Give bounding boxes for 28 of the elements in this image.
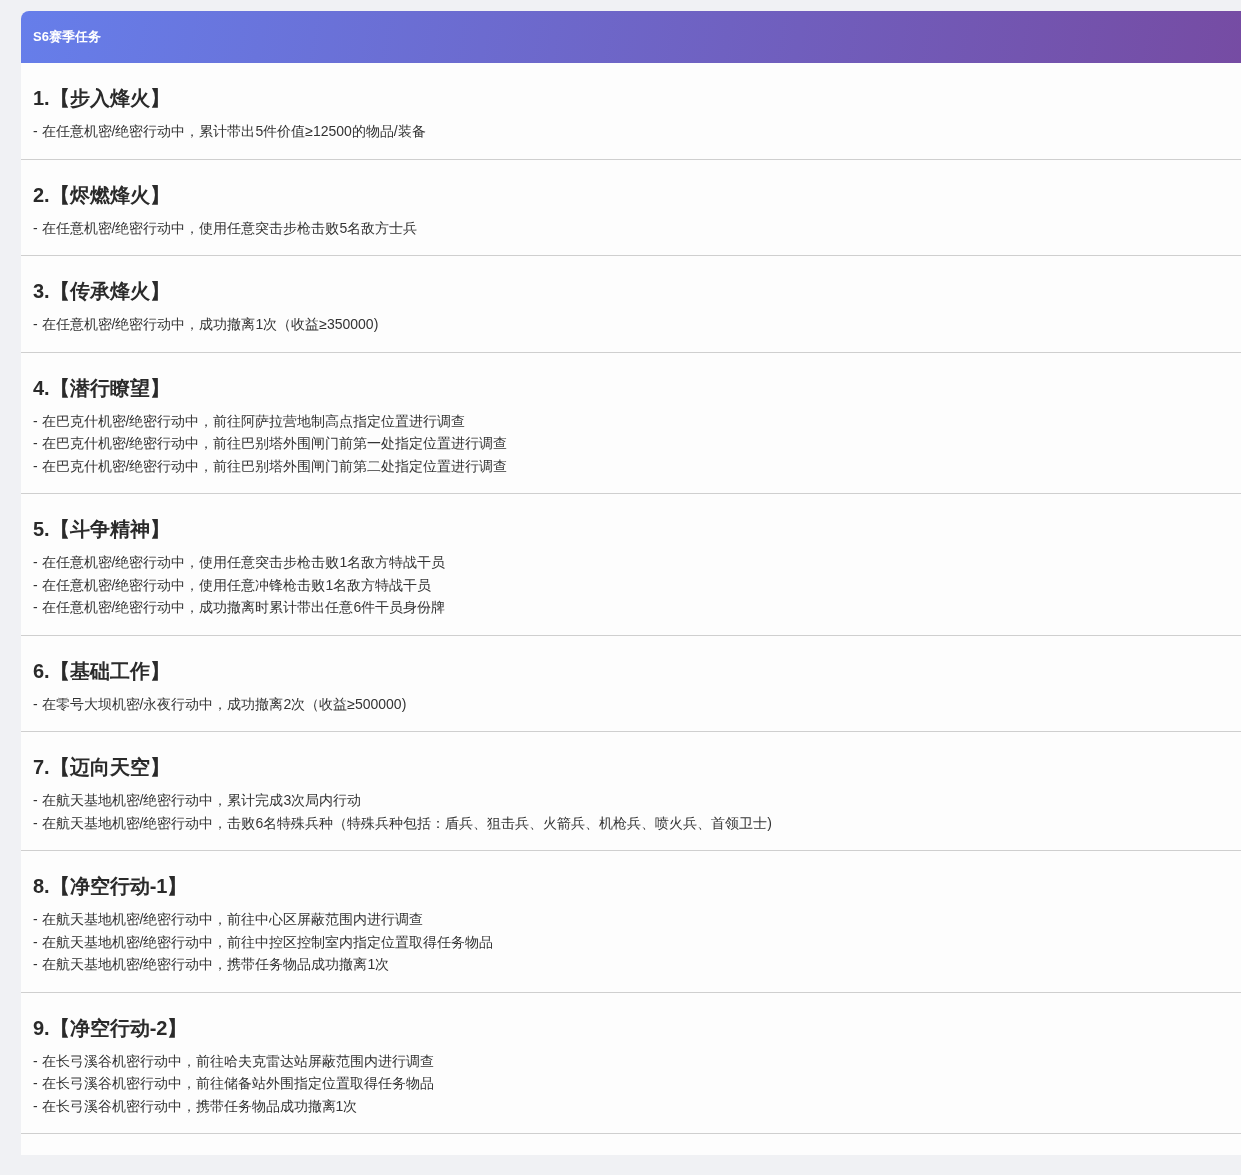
task-requirement: - 在长弓溪谷机密行动中，前往哈夫克雷达站屏蔽范围内进行调查 bbox=[33, 1051, 435, 1071]
task-requirement: - 在零号大坝机密/永夜行动中，成功撤离2次（收益≥500000) bbox=[33, 694, 408, 714]
task-requirement: - 在任意机密/绝密行动中，成功撤离时累计带出任意6件干员身份牌 bbox=[33, 598, 447, 617]
task-requirement: - 在航天基地机密/绝密行动中，累计完成3次局内行动 bbox=[33, 791, 363, 810]
task-title: 3.【传承烽火】 bbox=[33, 279, 171, 304]
task-requirement: - 在任意机密/绝密行动中，使用任意冲锋枪击败1名敌方特战干员 bbox=[33, 575, 433, 595]
task-requirement: - 在航天基地机密/绝密行动中，前往中控区控制室内指定位置取得任务物品 bbox=[33, 932, 495, 952]
task-title: 8.【净空行动-1】 bbox=[33, 874, 189, 899]
task-requirement: - 在航天基地机密/绝密行动中，前往中心区屏蔽范围内进行调查 bbox=[33, 910, 425, 929]
task-title: 5.【斗争精神】 bbox=[33, 517, 171, 542]
task-requirement: - 在长弓溪谷机密行动中，携带任务物品成功撤离1次 bbox=[33, 1096, 359, 1116]
task-requirement: - 在巴克什机密/绝密行动中，前往巴别塔外围闸门前第二处指定位置进行调查 bbox=[33, 456, 509, 476]
card-title: S6赛季任务 bbox=[33, 28, 101, 46]
task-requirement: - 在巴克什机密/绝密行动中，前往巴别塔外围闸门前第一处指定位置进行调查 bbox=[33, 434, 509, 453]
task-title: 4.【潜行瞭望】 bbox=[33, 375, 171, 401]
task-title: 7.【迈向天空】 bbox=[33, 755, 171, 780]
task-requirement: - 在任意机密/绝密行动中，使用任意突击步枪击败1名敌方特战干员 bbox=[33, 553, 447, 572]
task-requirement: - 在任意机密/绝密行动中，使用任意突击步枪击败5名敌方士兵 bbox=[33, 218, 419, 238]
task-requirement: - 在航天基地机密/绝密行动中，击败6名特殊兵种（特殊兵种包括：盾兵、狙击兵、火箭兵、机枪兵、喷火兵、首领卫士) bbox=[33, 813, 773, 833]
task-requirement: - 在长弓溪谷机密行动中，前往储备站外围指定位置取得任务物品 bbox=[33, 1074, 435, 1093]
task-requirement: - 在任意机密/绝密行动中，成功撤离1次（收益≥350000) bbox=[33, 315, 380, 334]
task-title: 2.【烬燃烽火】 bbox=[33, 182, 171, 208]
task-requirement: - 在巴克什机密/绝密行动中，前往阿萨拉营地制高点指定位置进行调查 bbox=[33, 411, 467, 431]
task-requirement: - 在航天基地机密/绝密行动中，携带任务物品成功撤离1次 bbox=[33, 955, 391, 974]
task-requirement: - 在任意机密/绝密行动中，累计带出5件价值≥12500的物品/装备 bbox=[33, 122, 427, 141]
task-title: 6.【基础工作】 bbox=[33, 658, 171, 684]
task-title: 1.【步入烽火】 bbox=[33, 86, 171, 111]
task-title: 9.【净空行动-2】 bbox=[33, 1015, 189, 1041]
